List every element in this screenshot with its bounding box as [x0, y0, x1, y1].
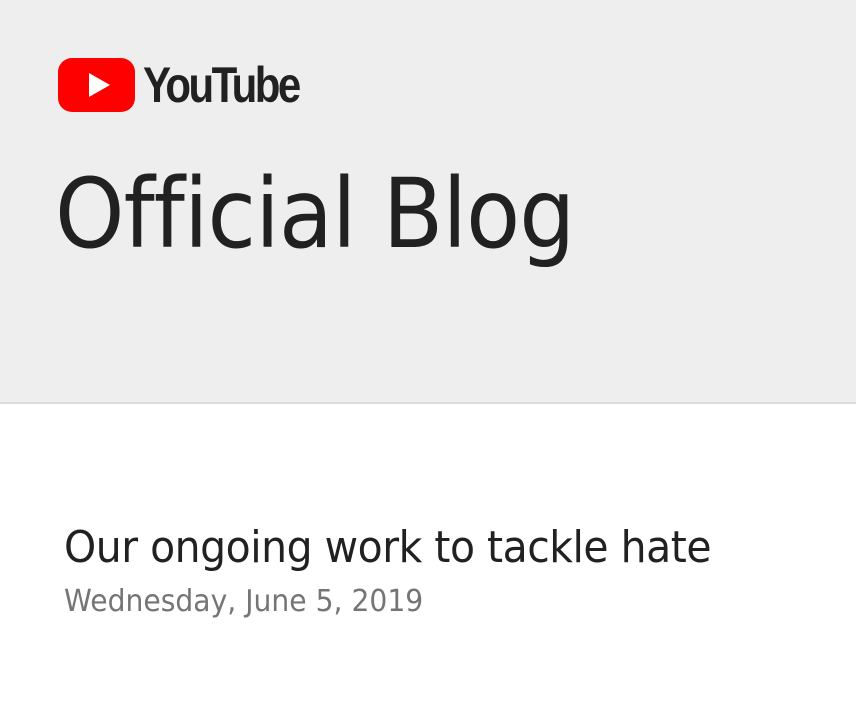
post-item: Our ongoing work to tackle hate Wednesda… [64, 518, 824, 622]
youtube-logo-link[interactable]: YouTube [58, 58, 328, 112]
blog-header: YouTube Official Blog [0, 0, 856, 404]
post-date: Wednesday, June 5, 2019 [64, 584, 424, 619]
youtube-wordmark: YouTube [143, 57, 301, 113]
youtube-play-icon [58, 58, 135, 112]
blog-title: Official Blog [55, 158, 575, 270]
post-title-link[interactable]: Our ongoing work to tackle hate [64, 518, 771, 578]
